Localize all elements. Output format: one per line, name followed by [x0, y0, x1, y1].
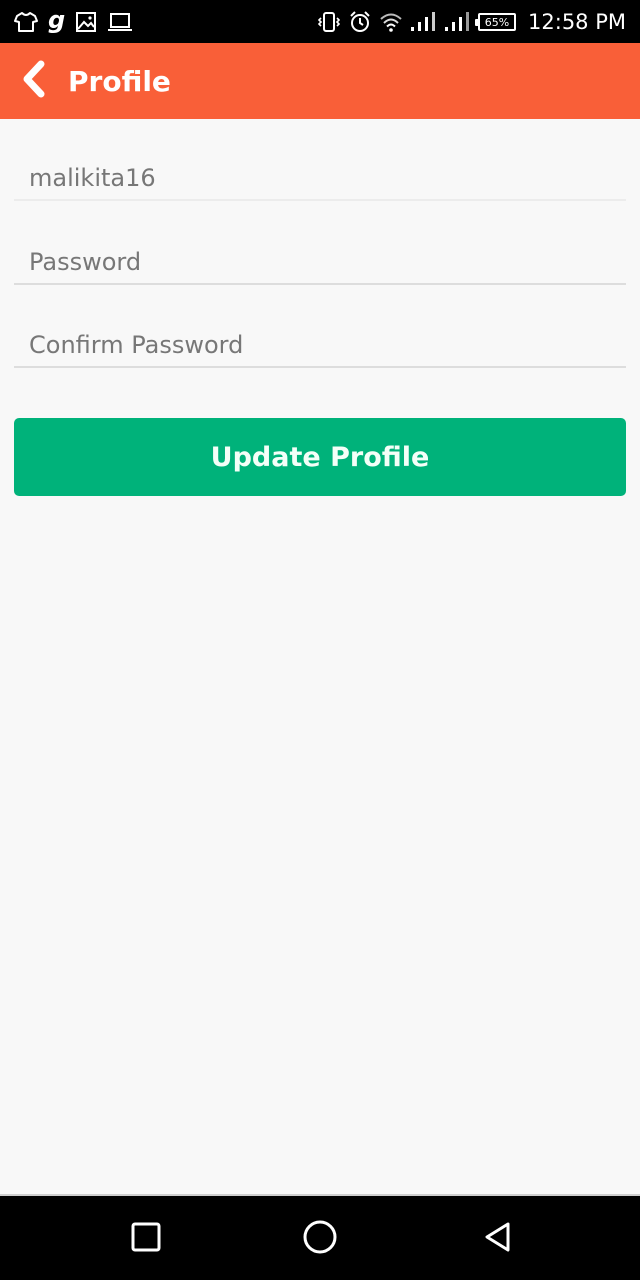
recents-button[interactable] [116, 1214, 176, 1264]
password-field[interactable] [14, 233, 626, 283]
image-icon [75, 11, 97, 33]
password-field-container [14, 233, 626, 285]
page-title: Profile [68, 64, 171, 98]
chevron-left-icon [19, 59, 49, 104]
home-button[interactable] [290, 1214, 350, 1264]
username-field[interactable] [14, 149, 626, 199]
app-bar: Profile [0, 43, 640, 119]
confirm-password-field-container [14, 316, 626, 368]
update-profile-button[interactable]: Update Profile [14, 418, 626, 496]
signal-sim2-icon [444, 11, 470, 33]
clock: 12:58 PM [528, 10, 626, 34]
alarm-icon [348, 10, 372, 34]
confirm-password-field[interactable] [14, 316, 626, 366]
vibrate-icon [318, 10, 341, 34]
signal-sim1-icon [410, 11, 436, 33]
home-circle-icon [302, 1219, 338, 1260]
g-app-icon: g [48, 6, 66, 34]
laptop-icon [107, 11, 133, 33]
battery-icon: 65% [475, 13, 517, 31]
recents-square-icon [131, 1222, 161, 1257]
wifi-icon [380, 12, 402, 32]
username-field-container [14, 149, 626, 201]
back-triangle-icon [483, 1221, 513, 1258]
status-bar: g 65% 12:58 PM [0, 0, 640, 43]
back-button[interactable] [4, 43, 64, 119]
shirt-icon [14, 11, 38, 33]
notification-icons: g [14, 6, 133, 35]
back-nav-button[interactable] [468, 1214, 528, 1264]
profile-form: Update Profile [0, 119, 640, 1194]
system-icons: 65% 12:58 PM [318, 7, 626, 37]
system-nav-bar [0, 1194, 640, 1280]
